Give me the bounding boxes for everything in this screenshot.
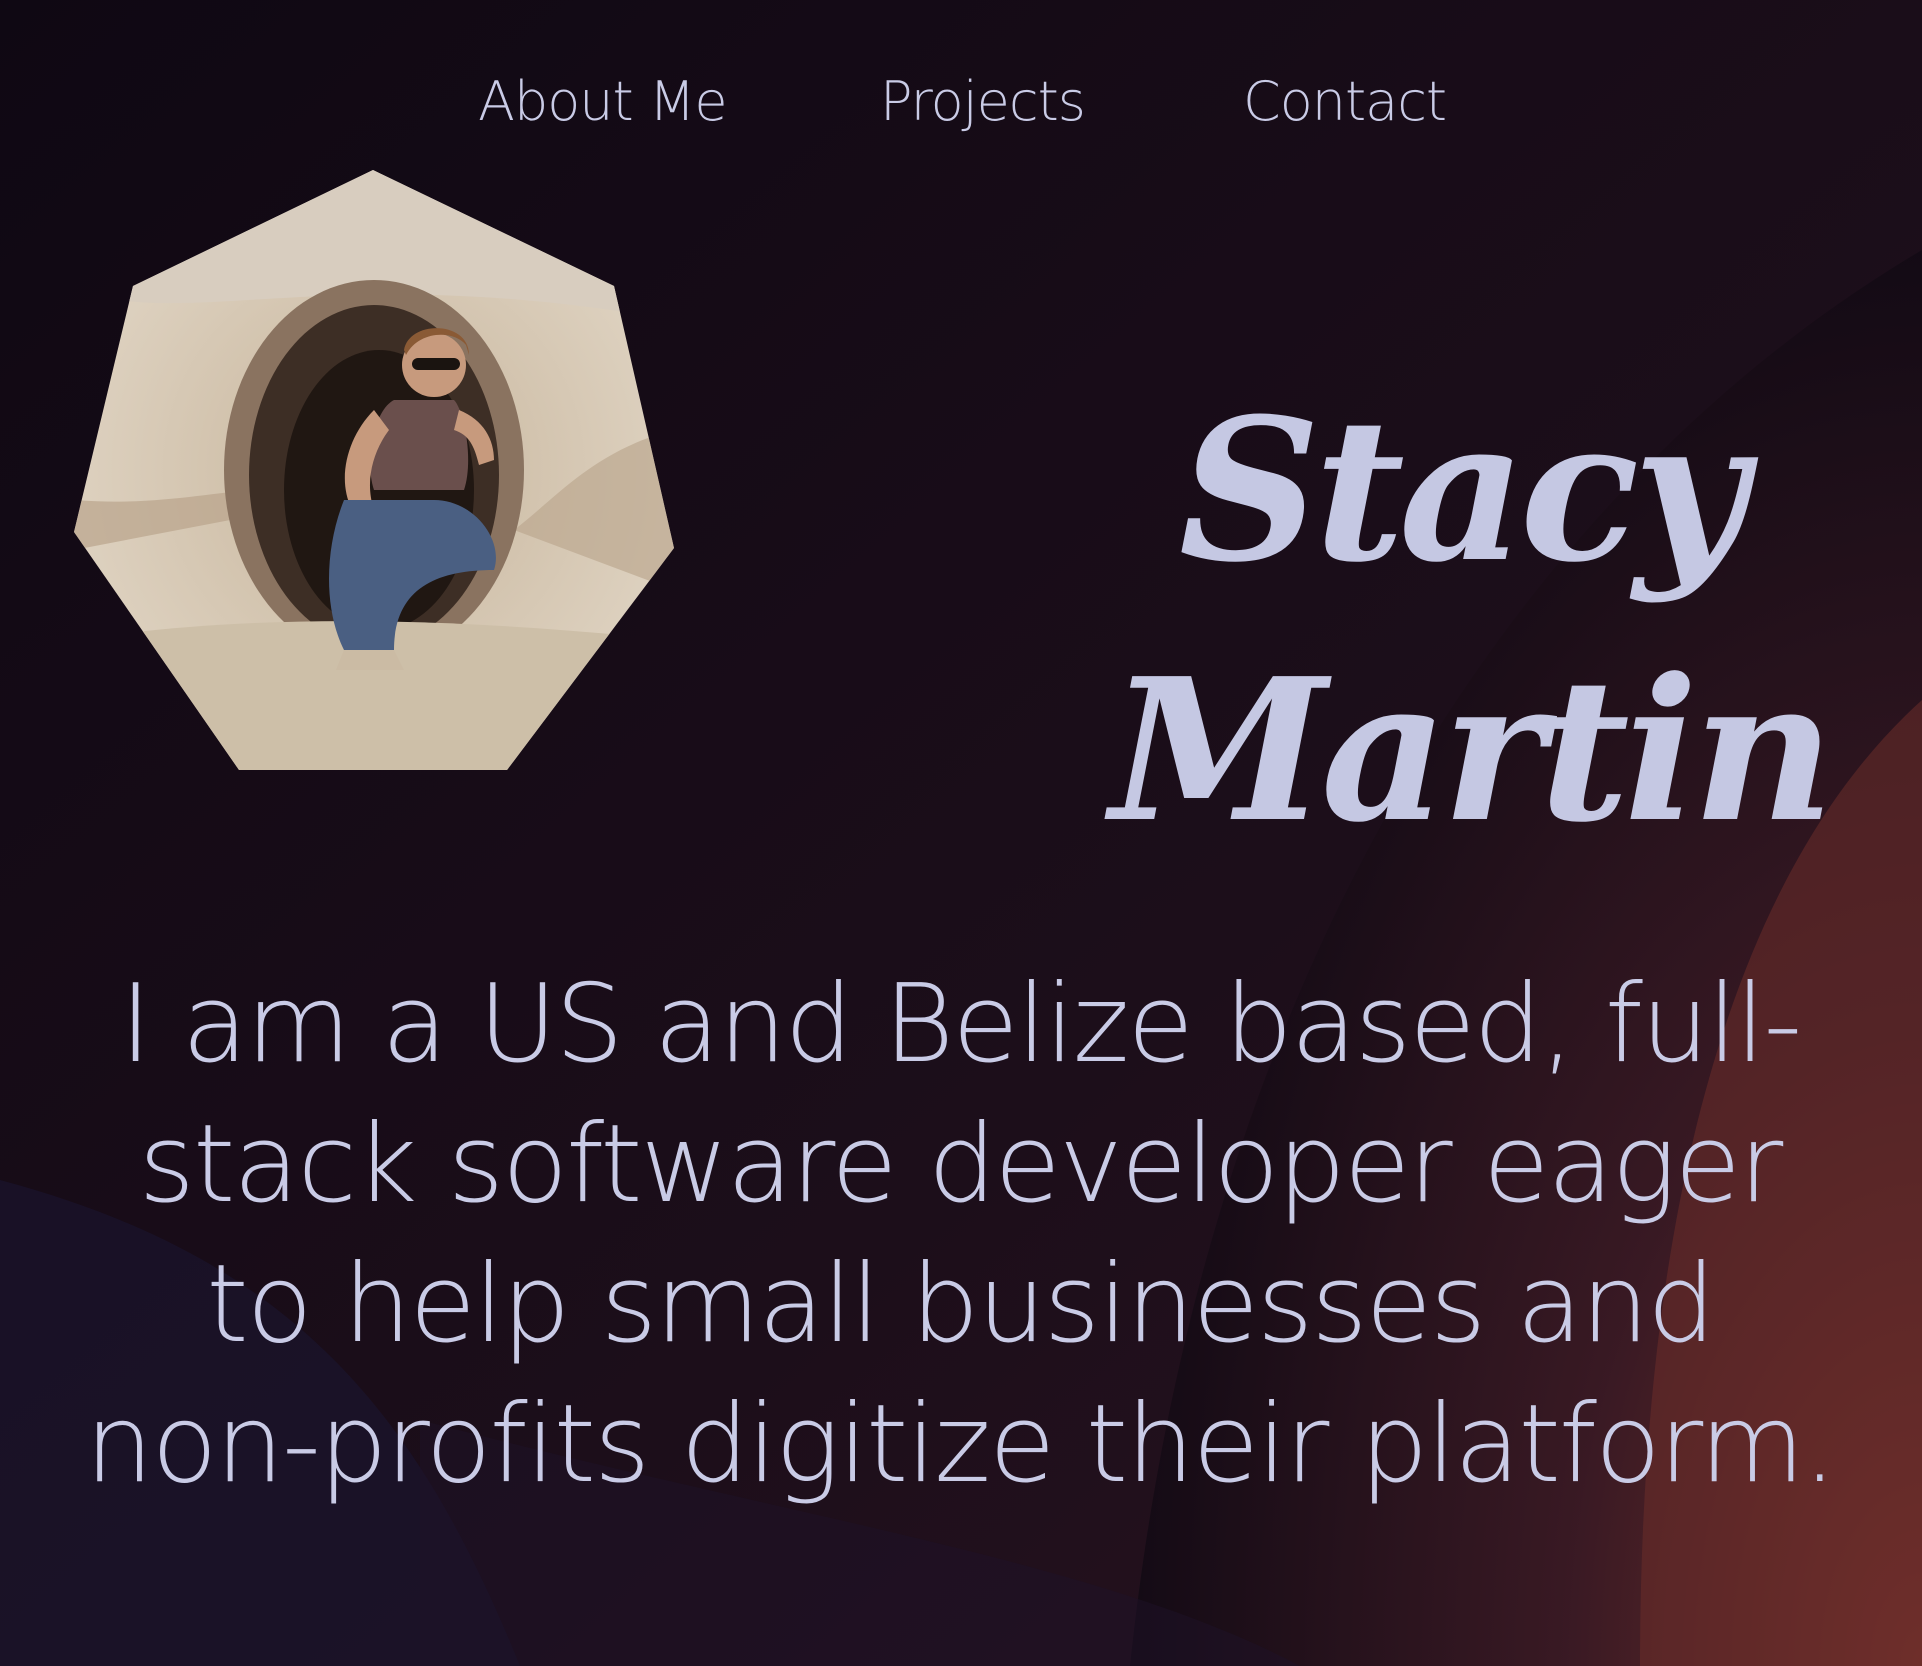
nav-link-projects[interactable]: Projects	[880, 70, 1086, 133]
last-name: Martin	[1110, 636, 1835, 867]
intro-line: stack software developer eager	[138, 1102, 1784, 1227]
intro-line: non-profits digitize their platform.	[85, 1382, 1837, 1507]
nav-link-contact[interactable]: Contact	[1243, 70, 1447, 133]
intro-line: I am a US and Belize based, full-	[119, 962, 1803, 1087]
profile-name: Stacy Martin	[1110, 361, 1835, 881]
intro-line: to help small businesses and	[206, 1242, 1715, 1367]
profile-photo	[74, 170, 674, 770]
first-name: Stacy	[1178, 376, 1747, 607]
nav-link-about-me[interactable]: About Me	[478, 70, 728, 133]
main-nav: About Me Projects Contact	[0, 70, 1922, 150]
intro-text: I am a US and Belize based, full- stack …	[60, 955, 1860, 1515]
